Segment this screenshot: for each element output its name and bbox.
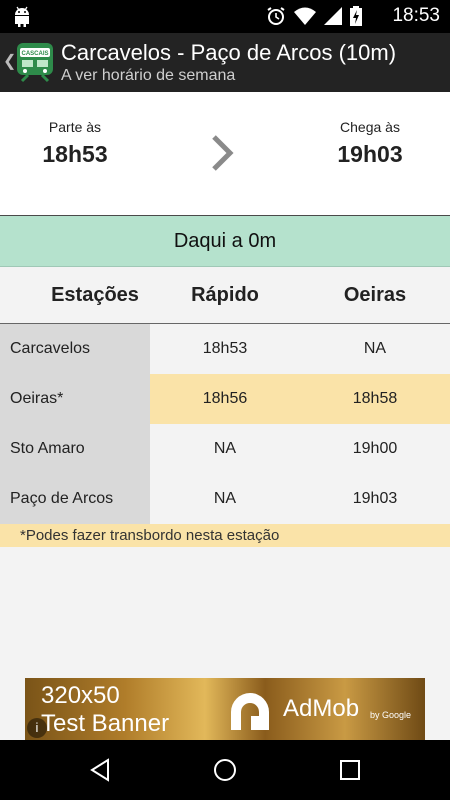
admob-byline: by Google (370, 710, 412, 720)
oeiras-time: 18h58 (300, 374, 450, 424)
train-app-icon[interactable]: CASCAIS (14, 41, 56, 83)
home-icon[interactable] (213, 758, 237, 782)
transfer-footnote: *Podes fazer transbordo nesta estação (0, 524, 450, 547)
action-bar: ❮ CASCAIS Carcavelos - Paço de Arcos (10… (0, 33, 450, 92)
station-name: Carcavelos (0, 324, 150, 374)
header-rapido: Rápido (191, 284, 259, 306)
signal-icon (324, 7, 342, 25)
table-row: Carcavelos 18h53 NA (0, 324, 450, 374)
wifi-icon (294, 7, 316, 25)
departure-time: 18h53 (42, 141, 108, 167)
table-row: Sto Amaro NA 19h00 (0, 424, 450, 474)
station-name: Sto Amaro (0, 424, 150, 474)
ad-info-icon[interactable]: i (27, 718, 47, 738)
header-oeiras: Oeiras (343, 284, 407, 306)
rapido-time: NA (150, 474, 300, 524)
departure-label: Parte às (48, 119, 102, 135)
alarm-icon (267, 7, 285, 25)
station-name: Paço de Arcos (0, 474, 150, 524)
battery-charging-icon (350, 6, 362, 26)
table-row: Oeiras* 18h56 18h58 (0, 374, 450, 424)
ad-banner[interactable]: 320x50 Test Banner i AdMob by Google (25, 678, 425, 740)
back-icon[interactable] (88, 758, 112, 782)
rapido-time: 18h53 (150, 324, 300, 374)
ad-size-text: 320x50 (41, 682, 120, 709)
arrival-label: Chega às (340, 119, 400, 135)
recents-icon[interactable] (338, 758, 362, 782)
table-row: Paço de Arcos NA 19h03 (0, 474, 450, 524)
schedule-table-header: Estações Rápido Oeiras (0, 267, 450, 324)
status-bar: 18:53 (0, 0, 450, 33)
oeiras-time: 19h00 (300, 424, 450, 474)
schedule-table-body: Carcavelos 18h53 NA Oeiras* 18h56 18h58 … (0, 324, 450, 524)
screen-title: Carcavelos - Paço de Arcos (10m) (61, 40, 397, 65)
rapido-time: 18h56 (150, 374, 300, 424)
arrival-time: 19h03 (337, 141, 403, 167)
screen-subtitle: A ver horário de semana (61, 67, 236, 84)
departure-block: Parte às 18h53 (5, 119, 145, 168)
ad-test-text: Test Banner (41, 710, 170, 737)
oeiras-time: NA (300, 324, 450, 374)
oeiras-time: 19h03 (300, 474, 450, 524)
rapido-time: NA (150, 424, 300, 474)
status-time: 18:53 (392, 5, 440, 26)
station-name: Oeiras* (0, 374, 150, 424)
admob-brand: AdMob (283, 695, 360, 722)
chevron-right-icon (212, 135, 234, 171)
countdown-banner: Daqui a 0m (0, 216, 450, 267)
navigation-bar (0, 740, 450, 800)
android-icon (15, 6, 29, 27)
trip-times-panel: Parte às 18h53 Chega às 19h03 (0, 92, 450, 216)
app-icon-label: CASCAIS (21, 51, 48, 57)
admob-logo-icon (231, 693, 269, 730)
arrival-block: Chega às 19h03 (300, 119, 440, 168)
